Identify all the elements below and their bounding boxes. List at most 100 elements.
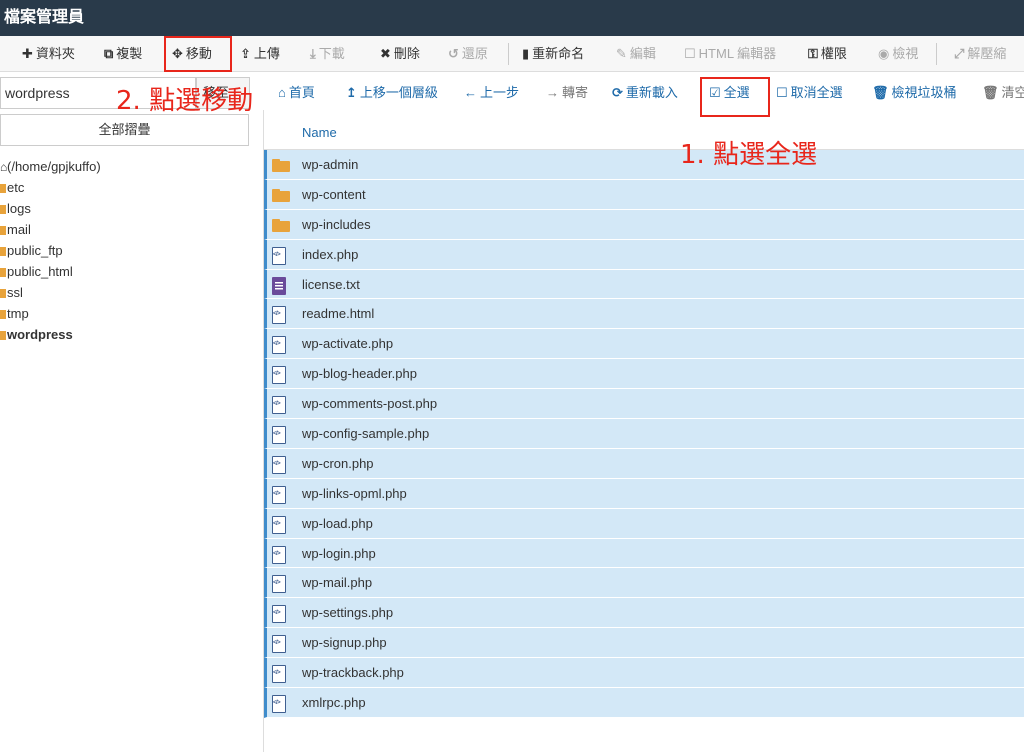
home-button[interactable]: ⌂ 首頁: [278, 72, 315, 114]
close-icon: ✖: [380, 46, 391, 61]
code-file-icon: [272, 426, 286, 445]
arrow-right-icon: →: [546, 85, 559, 100]
table-row[interactable]: wp-admin: [264, 150, 1024, 180]
table-row[interactable]: wp-comments-post.php: [264, 389, 1024, 420]
toolbar-divider: [936, 43, 937, 65]
deselect-all-button[interactable]: ☐ 取消全選: [776, 72, 843, 114]
upload-button[interactable]: ⇪ 上傳: [240, 36, 280, 72]
table-row[interactable]: license.txt: [264, 269, 1024, 300]
plus-icon: ✚: [22, 46, 33, 61]
table-row[interactable]: wp-content: [264, 179, 1024, 210]
table-row[interactable]: wp-cron.php: [264, 448, 1024, 479]
main-toolbar: ✚ 資料夾 ⧉ 複製 ✥ 移動 ⇪ 上傳 ⤓ 下載 ✖ 刪除 ↺ 還原 ▮ 重新命名 ✎ 編輯 ☐…: [0, 36, 1024, 72]
reload-button[interactable]: ⟳ 重新載入: [612, 72, 678, 114]
annotation-step-2: 2. 點選移動: [116, 86, 254, 116]
folder-icon: [0, 268, 6, 277]
table-row[interactable]: wp-trackback.php: [264, 658, 1024, 689]
code-file-icon: [272, 605, 286, 624]
view-trash-button[interactable]: 🗑 檢視垃圾桶: [872, 72, 957, 114]
key-icon: ⚿: [808, 46, 818, 61]
table-row[interactable]: xmlrpc.php: [264, 688, 1024, 718]
code-file-icon: [272, 635, 286, 654]
tree-item-etc[interactable]: etc: [0, 177, 249, 198]
restore-button[interactable]: ↺ 還原: [448, 36, 488, 72]
arrow-up-icon: ↥: [346, 85, 357, 100]
folder-icon: [0, 205, 6, 214]
table-row[interactable]: readme.html: [264, 299, 1024, 330]
table-row[interactable]: wp-mail.php: [264, 568, 1024, 599]
annotation-step-1: 1. 點選全選: [680, 140, 818, 170]
code-file-icon: [272, 366, 286, 385]
app-title: 檔案管理員: [0, 0, 1024, 36]
table-row[interactable]: wp-settings.php: [264, 598, 1024, 629]
up-one-level-button[interactable]: ↥ 上移一個層級: [346, 72, 438, 114]
eye-icon: ◉: [878, 46, 890, 61]
copy-button[interactable]: ⧉ 複製: [104, 36, 142, 72]
table-row[interactable]: wp-config-sample.php: [264, 419, 1024, 449]
back-button[interactable]: ← 上一步: [464, 72, 519, 114]
directory-tree: ⌂(/home/gpjkuffo) etc logs mail public_f…: [0, 156, 249, 345]
folder-icon: [0, 289, 6, 298]
text-file-icon: [272, 276, 286, 295]
column-name-header[interactable]: Name: [302, 116, 337, 150]
table-row[interactable]: index.php: [264, 239, 1024, 270]
folder-icon: [0, 226, 6, 235]
html-editor-button[interactable]: ☐ HTML 編輯器: [684, 36, 776, 72]
toolbar-divider: [508, 43, 509, 65]
folder-icon: [272, 218, 290, 232]
code-file-icon: [272, 246, 286, 265]
tree-item-public-ftp[interactable]: public_ftp: [0, 240, 249, 261]
tree-item-wordpress[interactable]: wordpress: [0, 324, 249, 345]
expand-icon: ⤢: [954, 46, 965, 61]
extract-button[interactable]: ⤢ 解壓縮: [954, 36, 1006, 72]
empty-trash-button[interactable]: 🗑 清空: [982, 72, 1024, 114]
folder-icon: [272, 188, 290, 202]
tree-item-logs[interactable]: logs: [0, 198, 249, 219]
code-file-icon: [272, 485, 286, 504]
code-file-icon: [272, 665, 286, 684]
table-row[interactable]: wp-signup.php: [264, 628, 1024, 659]
permissions-button[interactable]: ⚿ 權限: [808, 36, 847, 72]
edit-box-icon: ☐: [684, 46, 696, 61]
rename-button[interactable]: ▮ 重新命名: [522, 36, 584, 72]
file-icon: ▮: [522, 46, 530, 61]
tree-item-ssl[interactable]: ssl: [0, 282, 249, 303]
undo-icon: ↺: [448, 46, 459, 61]
home-icon: ⌂: [0, 160, 8, 174]
table-row[interactable]: wp-includes: [264, 209, 1024, 240]
move-button[interactable]: ✥ 移動: [172, 36, 212, 72]
trash-icon: 🗑: [982, 85, 999, 100]
folder-icon: [272, 159, 290, 172]
tree-item-home[interactable]: ⌂(/home/gpjkuffo): [0, 156, 249, 177]
delete-button[interactable]: ✖ 刪除: [380, 36, 420, 72]
table-row[interactable]: wp-links-opml.php: [264, 478, 1024, 509]
code-file-icon: [272, 306, 286, 325]
table-row[interactable]: wp-blog-header.php: [264, 359, 1024, 390]
empty-box-icon: ☐: [776, 85, 788, 100]
move-arrows-icon: ✥: [172, 46, 183, 61]
code-file-icon: [272, 455, 286, 474]
table-row[interactable]: wp-load.php: [264, 508, 1024, 539]
table-row[interactable]: wp-activate.php: [264, 329, 1024, 360]
code-file-icon: [272, 575, 286, 594]
file-table: wp-admin wp-content wp-includes index.ph…: [264, 150, 1024, 718]
view-button[interactable]: ◉ 檢視: [878, 36, 918, 72]
folder-icon: [0, 310, 6, 319]
tree-item-tmp[interactable]: tmp: [0, 303, 249, 324]
table-row[interactable]: wp-login.php: [264, 538, 1024, 569]
download-button[interactable]: ⤓ 下載: [310, 36, 345, 72]
pencil-icon: ✎: [616, 46, 627, 61]
checked-box-icon: ☑: [709, 85, 721, 100]
trash-icon: 🗑: [872, 85, 889, 100]
tree-item-mail[interactable]: mail: [0, 219, 249, 240]
edit-button[interactable]: ✎ 編輯: [616, 36, 656, 72]
copy-icon: ⧉: [104, 46, 114, 61]
file-navbar: ⌂ 首頁 ↥ 上移一個層級 ← 上一步 → 轉寄 ⟳ 重新載入 ☑ 全選 ☐ 取消全選 🗑 檢視…: [264, 72, 1024, 114]
new-folder-button[interactable]: ✚ 資料夾: [22, 36, 75, 72]
collapse-all-button[interactable]: 全部摺疊: [0, 114, 249, 146]
tree-item-public-html[interactable]: public_html: [0, 261, 249, 282]
forward-button[interactable]: → 轉寄: [546, 72, 588, 114]
download-icon: ⤓: [310, 46, 316, 61]
select-all-button[interactable]: ☑ 全選: [709, 72, 750, 114]
refresh-icon: ⟳: [612, 85, 623, 100]
